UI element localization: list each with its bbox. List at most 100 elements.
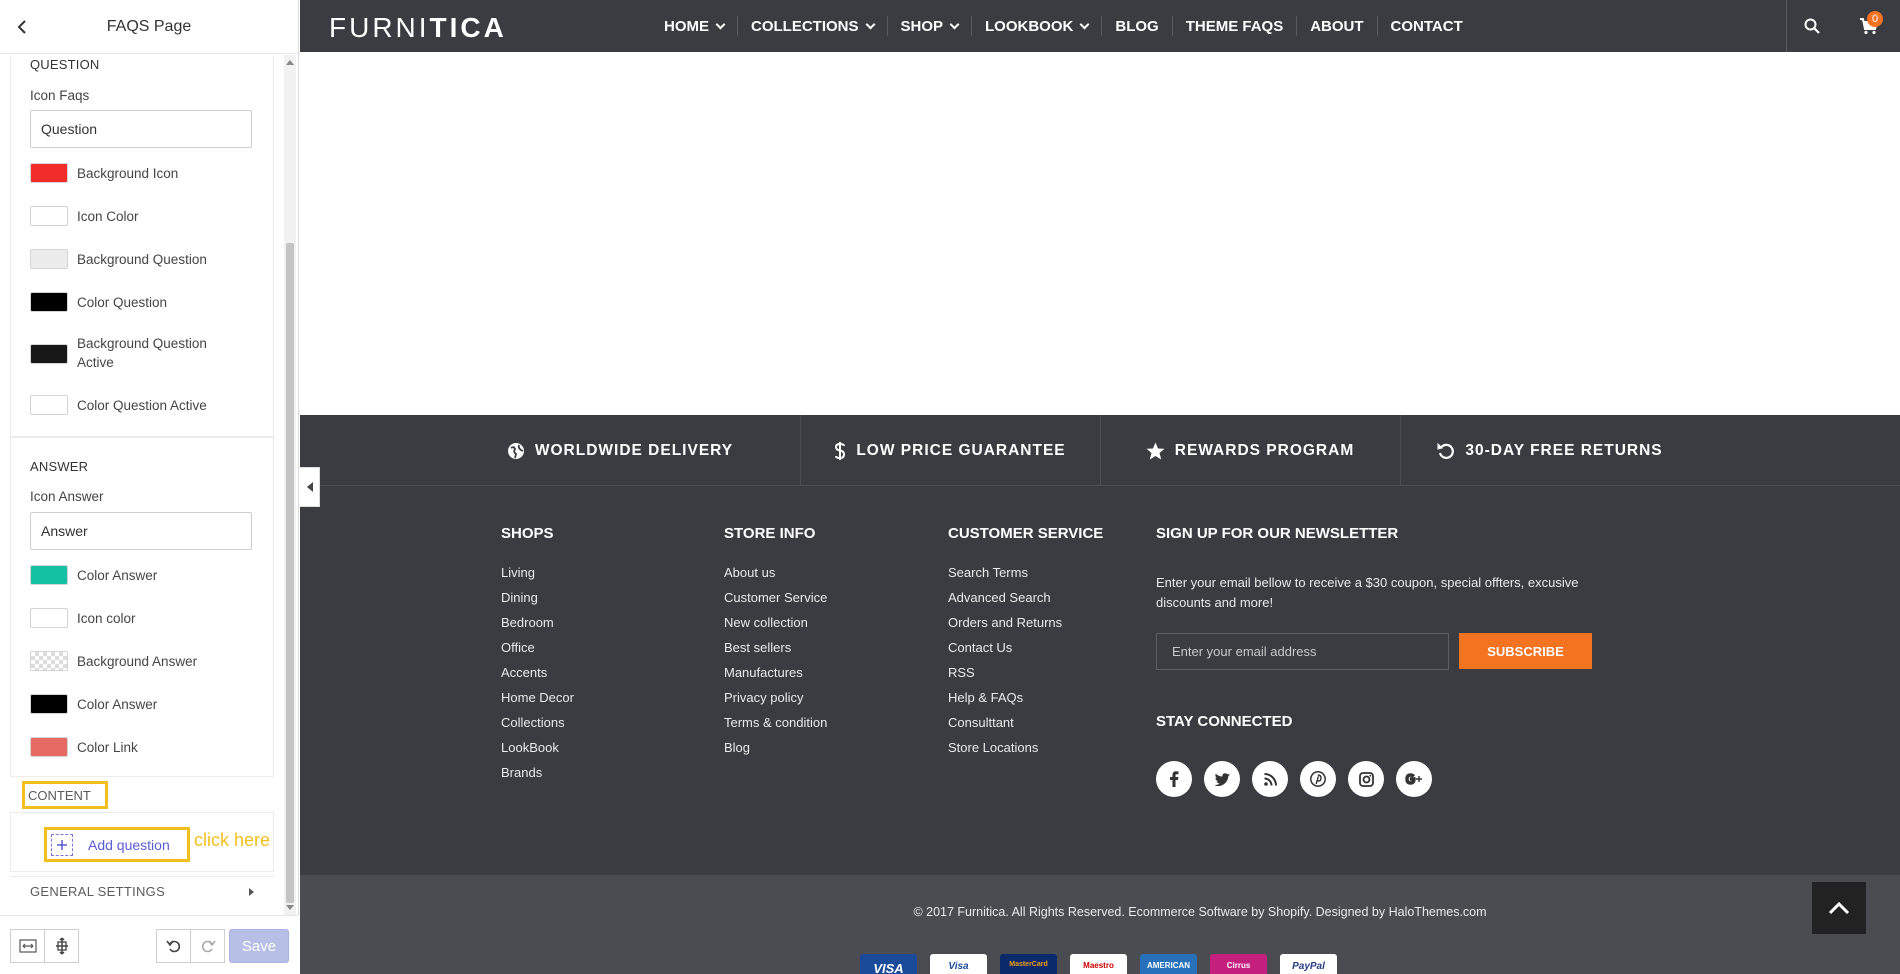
footer-link[interactable]: Collections: [501, 715, 574, 740]
footer-link[interactable]: Living: [501, 565, 574, 590]
swatch-row: Icon color: [30, 608, 136, 628]
column-title: CUSTOMER SERVICE: [948, 525, 1104, 542]
inspector-button[interactable]: [44, 929, 79, 963]
scrollbar-thumb[interactable]: [286, 243, 294, 903]
nav-item-about[interactable]: ABOUT: [1297, 16, 1378, 36]
copyright-text: © 2017 Furnitica. All Rights Reserved. E…: [913, 905, 1487, 919]
back-to-top-button[interactable]: [1812, 882, 1866, 934]
newsletter-email-input[interactable]: [1156, 633, 1449, 670]
background-question-swatch[interactable]: [30, 249, 68, 269]
back-button[interactable]: [12, 17, 32, 37]
google-plus-icon[interactable]: [1396, 761, 1432, 797]
footer-link[interactable]: Search Terms: [948, 565, 1103, 590]
icon-faqs-input[interactable]: [30, 110, 252, 148]
move-select-icon: [55, 937, 68, 955]
footer-link[interactable]: Accents: [501, 665, 574, 690]
footer-link[interactable]: Contact Us: [948, 640, 1103, 665]
add-question-button[interactable]: Add question: [44, 827, 190, 862]
nav-label: ABOUT: [1310, 17, 1364, 35]
color-question-active-swatch[interactable]: [30, 395, 68, 415]
footer-link[interactable]: Help & FAQs: [948, 690, 1103, 715]
footer-link[interactable]: Blog: [724, 740, 827, 765]
subscribe-button[interactable]: SUBSCRIBE: [1459, 633, 1592, 669]
color-answer-swatch[interactable]: [30, 565, 68, 585]
footer-link[interactable]: Terms & condition: [724, 715, 827, 740]
footer-link[interactable]: Dining: [501, 590, 574, 615]
add-question-label: Add question: [88, 836, 170, 853]
redo-button[interactable]: [190, 929, 225, 963]
logo-text-light: FURNI: [329, 12, 430, 43]
footer-link[interactable]: Brands: [501, 765, 574, 790]
icon-answer-input[interactable]: [30, 512, 252, 550]
undo-button[interactable]: [156, 929, 191, 963]
swatch-label: Background Question Active: [77, 336, 207, 370]
footer-link[interactable]: RSS: [948, 665, 1103, 690]
payment-label: VISA: [873, 961, 904, 974]
feature-label: WORLDWIDE DELIVERY: [534, 441, 734, 459]
nav-item-home[interactable]: HOME: [651, 16, 738, 36]
footer-link[interactable]: Advanced Search: [948, 590, 1103, 615]
nav-label: CONTACT: [1390, 17, 1463, 35]
background-answer-swatch[interactable]: [30, 651, 68, 671]
general-settings-toggle[interactable]: GENERAL SETTINGS: [10, 876, 274, 906]
nav-item-contact[interactable]: CONTACT: [1378, 16, 1476, 36]
cart-button[interactable]: 0: [1837, 0, 1900, 52]
icon-color-swatch[interactable]: [30, 206, 68, 226]
swatch-label: Color Answer: [77, 567, 158, 583]
color-question-swatch[interactable]: [30, 292, 68, 312]
nav-item-shop[interactable]: SHOP: [888, 16, 973, 36]
rss-icon[interactable]: [1252, 761, 1288, 797]
icon-color-swatch[interactable]: [30, 608, 68, 628]
sidebar-scrollbar[interactable]: [284, 55, 296, 915]
footer-link[interactable]: Customer Service: [724, 590, 827, 615]
swatch-row: Color Answer: [30, 694, 157, 714]
nav-item-lookbook[interactable]: LOOKBOOK: [972, 16, 1103, 36]
american-express-icon: AMERICAN: [1140, 954, 1197, 974]
background-icon-swatch[interactable]: [30, 163, 68, 183]
scroll-down-arrow-icon[interactable]: [286, 905, 294, 910]
nav-item-collections[interactable]: COLLECTIONS: [738, 16, 888, 36]
twitter-icon[interactable]: [1204, 761, 1240, 797]
swatch-row: Background Icon: [30, 163, 178, 183]
cirrus-icon: Cirrus: [1210, 954, 1267, 974]
save-button[interactable]: Save: [229, 929, 289, 963]
newsletter-description: Enter your email bellow to receive a $30…: [1156, 575, 1579, 610]
instagram-icon[interactable]: [1348, 761, 1384, 797]
footer-link[interactable]: Consulttant: [948, 715, 1103, 740]
footer-link[interactable]: Best sellers: [724, 640, 827, 665]
footer-link[interactable]: Bedroom: [501, 615, 574, 640]
footer-link[interactable]: Orders and Returns: [948, 615, 1103, 640]
nav-item-blog[interactable]: BLOG: [1102, 16, 1173, 36]
footer-link[interactable]: New collection: [724, 615, 827, 640]
theme-editor-sidebar: FAQS Page QUESTION Icon Faqs Background …: [0, 0, 299, 974]
color-link-swatch[interactable]: [30, 737, 68, 757]
nav-item-theme-faqs[interactable]: THEME FAQS: [1173, 16, 1298, 36]
swatch-row: Background Question Active: [30, 334, 227, 372]
storefront-preview: FURNITICA HOME COLLECTIONS SHOP LOOKBOOK…: [300, 0, 1900, 974]
collapse-sidebar-button[interactable]: [300, 467, 320, 507]
footer-link[interactable]: Office: [501, 640, 574, 665]
mastercard-icon: MasterCard: [1000, 954, 1057, 974]
footer-link[interactable]: Home Decor: [501, 690, 574, 715]
footer-link[interactable]: Store Locations: [948, 740, 1103, 765]
toggle-fullwidth-button[interactable]: [10, 929, 45, 963]
swatch-label: Background Answer: [77, 653, 198, 669]
background-question-active-swatch[interactable]: [30, 344, 68, 364]
store-logo[interactable]: FURNITICA: [329, 12, 507, 44]
swatch-label: Background Question: [77, 251, 207, 267]
search-button[interactable]: [1786, 0, 1837, 52]
pinterest-icon[interactable]: [1300, 761, 1336, 797]
color-answer-swatch[interactable]: [30, 694, 68, 714]
footer-link[interactable]: About us: [724, 565, 827, 590]
visa-icon: VISA: [860, 954, 917, 974]
footer-column-customer-service: CUSTOMER SERVICE Search Terms Advanced S…: [948, 525, 1103, 765]
visa-electron-icon: Visa: [930, 954, 987, 974]
click-here-annotation: click here: [194, 830, 271, 850]
footer-link[interactable]: LookBook: [501, 740, 574, 765]
payment-label: Visa: [948, 961, 969, 972]
footer-link[interactable]: Manufactures: [724, 665, 827, 690]
facebook-icon[interactable]: [1156, 761, 1192, 797]
nav-label: LOOKBOOK: [985, 17, 1074, 35]
footer-link[interactable]: Privacy policy: [724, 690, 827, 715]
scroll-up-arrow-icon[interactable]: [286, 60, 294, 65]
